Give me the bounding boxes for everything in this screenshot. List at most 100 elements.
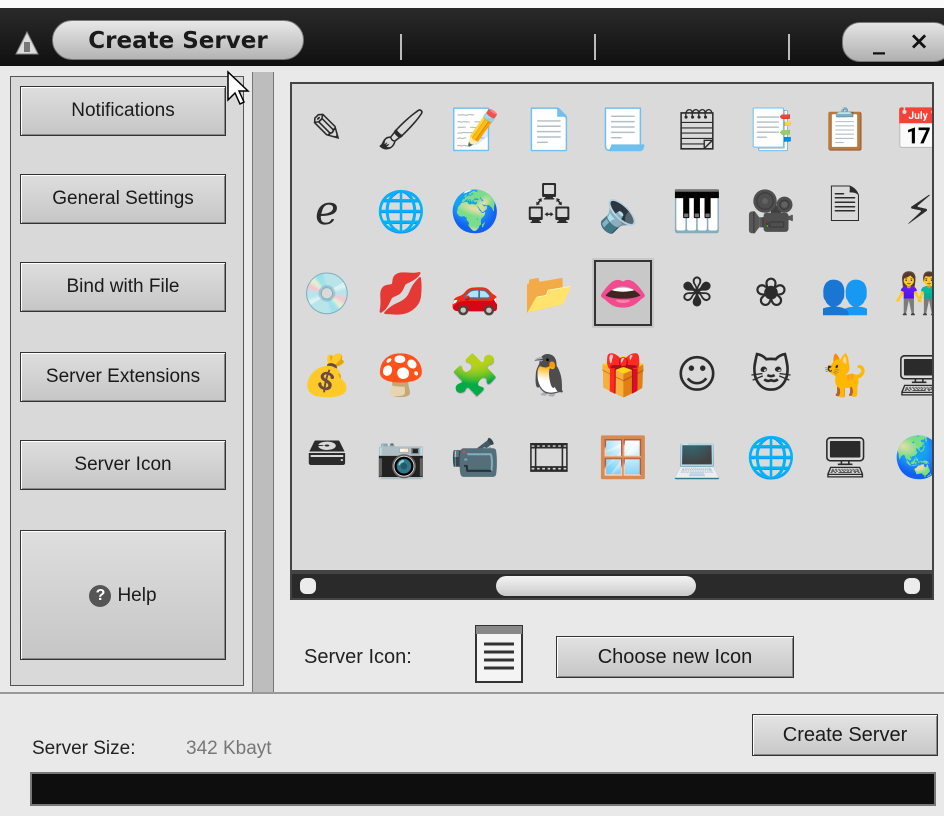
scroll-left-arrow[interactable] [300, 578, 316, 594]
users-pair-icon[interactable]: 👫 [888, 258, 932, 328]
mac-computer-icon[interactable]: 🖥 [888, 340, 932, 410]
network-computer-icon[interactable]: 🖥 [814, 422, 876, 492]
mac-computer-icon-glyph: 🖥 [894, 352, 932, 399]
computer-monitor-icon[interactable]: 💻 [666, 422, 728, 492]
spiral-notepad-icon[interactable]: 🗒 [666, 94, 728, 164]
network-tree-icon[interactable]: 🖧 [518, 176, 580, 246]
internet-explorer-icon[interactable]: ℯ [296, 176, 358, 246]
spiral-notepad-icon-glyph: 🗒 [671, 106, 723, 153]
smiley-icon[interactable]: ☺ [666, 340, 728, 410]
audio-file-icon[interactable]: 🔈 [592, 176, 654, 246]
general-settings-button[interactable]: General Settings [20, 174, 226, 224]
icon-picker: ✎ 🖌 📝 📄 📃 🗒 📑 📋 📅 ℯ 🌐 🌍 🖧 🔈 🎹 🎥 🗎 ⚡ 💿 💋 🚗 📂 👄 ✾ ❀ 👥 👫 💰 🍄 🧩 🐧 🎁 ☺ 🐱 🐈 🖥 🖴 📷 📹 🎞… [290, 82, 934, 572]
globe-icon-glyph: 🌍 [450, 188, 500, 235]
paint-book-icon[interactable]: 🖌 [370, 94, 432, 164]
divider [0, 692, 944, 694]
folder-flower-icon[interactable]: ✾ [666, 258, 728, 328]
hard-drive-icon-glyph: 🖴 [306, 429, 348, 475]
folder-car-icon-glyph: 🚗 [450, 270, 500, 317]
calendar-icon[interactable]: 📅 [888, 94, 932, 164]
puzzle-icon[interactable]: 🧩 [444, 340, 506, 410]
garfield-icon-glyph: 🐱 [750, 352, 792, 398]
tux-penguin-icon[interactable]: 🐧 [518, 340, 580, 410]
folder-lips-icon[interactable]: 💋 [370, 258, 432, 328]
folder-open-icon-glyph: 📂 [524, 270, 574, 317]
money-bag-icon[interactable]: 💰 [296, 340, 358, 410]
title-separator [400, 34, 402, 60]
notifications-button[interactable]: Notifications [20, 86, 226, 136]
document-puzzle-icon[interactable]: 📋 [814, 94, 876, 164]
document-lines-icon[interactable]: 📄 [518, 94, 580, 164]
windows-monitor-icon[interactable]: 🪟 [592, 422, 654, 492]
title-separator [788, 34, 790, 60]
server-icon-button[interactable]: Server Icon [20, 440, 226, 490]
flying-cat-icon-glyph: 🐈 [820, 352, 870, 399]
lips-icon-glyph: 👄 [598, 270, 648, 317]
gift-box-icon-glyph: 🎁 [598, 352, 648, 399]
document-puzzle-icon-glyph: 📋 [820, 106, 870, 153]
scroll-right-arrow[interactable] [904, 578, 920, 594]
document-gear-icon[interactable]: 📃 [592, 94, 654, 164]
globe-network-icon[interactable]: 🌐 [370, 176, 432, 246]
help-button[interactable]: ? Help [20, 530, 226, 660]
camcorder-icon[interactable]: 📹 [444, 422, 506, 492]
internet-globe-icon[interactable]: 🌏 [888, 422, 932, 492]
hard-drive-icon[interactable]: 🖴 [296, 422, 358, 492]
mouse-cursor-icon [227, 70, 250, 106]
minimize-button[interactable]: _ [873, 27, 885, 55]
film-folder-icon[interactable]: 🎞 [518, 422, 580, 492]
folder-flower-icon-glyph: ✾ [680, 270, 714, 316]
computer-monitor-icon-glyph: 💻 [672, 434, 722, 481]
garfield-icon[interactable]: 🐱 [740, 340, 802, 410]
server-extensions-button[interactable]: Server Extensions [20, 352, 226, 402]
pencil-cup-icon-glyph: ✎ [310, 106, 344, 152]
selected-notepad-icon [475, 625, 523, 683]
panel-splitter[interactable] [252, 72, 274, 692]
window-controls: _ × [842, 22, 944, 62]
flying-cat-icon[interactable]: 🐈 [814, 340, 876, 410]
folder-car-icon[interactable]: 🚗 [444, 258, 506, 328]
network-computer-icon-glyph: 🖥 [819, 434, 871, 481]
globe-icon[interactable]: 🌍 [444, 176, 506, 246]
software-box-cd-icon-glyph: 💿 [302, 270, 352, 317]
scroll-thumb[interactable] [496, 576, 696, 596]
choose-new-icon-button[interactable]: Choose new Icon [556, 636, 794, 678]
document-gear-icon-glyph: 📃 [598, 106, 648, 153]
calendar-icon-glyph: 📅 [894, 106, 932, 153]
document-lines-icon-glyph: 📄 [524, 106, 574, 153]
help-icon: ? [89, 584, 112, 607]
title-bar[interactable]: Create Server _ × [0, 8, 944, 66]
windows-monitor-icon-glyph: 🪟 [598, 434, 648, 481]
create-server-button[interactable]: Create Server [752, 714, 938, 756]
winamp-icon[interactable]: ⚡ [888, 176, 932, 246]
folder-open-icon[interactable]: 📂 [518, 258, 580, 328]
windows-globe-icon[interactable]: 🌐 [740, 422, 802, 492]
horizontal-scrollbar[interactable] [290, 572, 934, 600]
midi-file-icon[interactable]: 🎹 [666, 176, 728, 246]
flower-icon[interactable]: ❀ [740, 258, 802, 328]
video-file-icon[interactable]: 🎥 [740, 176, 802, 246]
users-pair-icon-glyph: 👫 [894, 270, 932, 317]
software-box-cd-icon[interactable]: 💿 [296, 258, 358, 328]
smiley-icon-glyph: ☺ [676, 352, 718, 398]
notepad-pencil-icon[interactable]: 📝 [444, 94, 506, 164]
folder-lips-icon-glyph: 💋 [376, 270, 426, 317]
paint-book-icon-glyph: 🖌 [375, 106, 427, 153]
server-size-label: Server Size: [32, 738, 136, 759]
notepad-pencil-icon-glyph: 📝 [450, 106, 500, 153]
mario-icon[interactable]: 🍄 [370, 340, 432, 410]
bind-with-file-button[interactable]: Bind with File [20, 262, 226, 312]
top-strip [0, 0, 944, 8]
shortcut-file-icon[interactable]: 🗎 [814, 176, 876, 246]
users-group-icon[interactable]: 👥 [814, 258, 876, 328]
gift-box-icon[interactable]: 🎁 [592, 340, 654, 410]
camera-icon[interactable]: 📷 [370, 422, 432, 492]
server-size-value: 342 Kbayt [186, 738, 272, 759]
pencil-cup-icon[interactable]: ✎ [296, 94, 358, 164]
lips-icon[interactable]: 👄 [592, 258, 654, 328]
close-button[interactable]: × [909, 27, 929, 55]
document-font-icon[interactable]: 📑 [740, 94, 802, 164]
users-group-icon-glyph: 👥 [820, 270, 870, 317]
globe-network-icon-glyph: 🌐 [376, 188, 426, 235]
internet-explorer-icon-glyph: ℯ [315, 188, 339, 234]
